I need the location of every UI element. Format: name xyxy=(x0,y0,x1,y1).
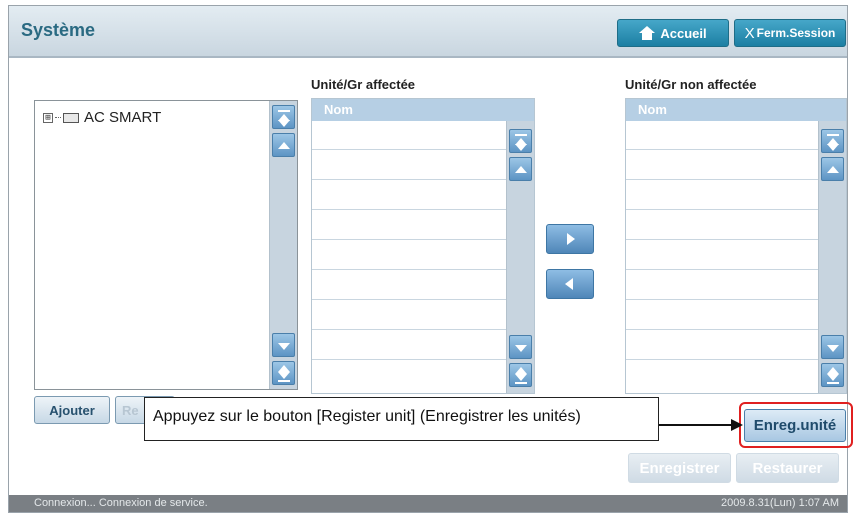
up-icon xyxy=(278,142,290,149)
top-bar-icon xyxy=(278,110,290,112)
scroll-bottom-button[interactable] xyxy=(509,363,532,387)
instruction-callout: Appuyez sur le bouton [Register unit] (E… xyxy=(144,397,659,441)
scroll-bottom-button[interactable] xyxy=(821,363,844,387)
up-icon xyxy=(515,166,527,173)
logout-label: Ferm.Session xyxy=(756,26,836,40)
list-row-divider xyxy=(626,269,818,270)
list-row-divider xyxy=(312,209,506,210)
status-message: Connexion... Connexion de service. xyxy=(34,497,208,509)
double-down-icon xyxy=(278,372,290,379)
list-row-divider xyxy=(626,149,818,150)
down-icon xyxy=(827,345,839,352)
double-up-icon-lower xyxy=(515,144,527,151)
list-row-divider xyxy=(626,329,818,330)
list-row-divider xyxy=(312,329,506,330)
tree-connector xyxy=(55,117,61,118)
scroll-bottom-button[interactable] xyxy=(272,361,295,385)
scroll-top-button[interactable] xyxy=(272,105,295,129)
double-down-icon xyxy=(515,374,527,381)
move-right-button[interactable] xyxy=(546,224,594,254)
list-row-divider xyxy=(626,359,818,360)
logout-button[interactable]: X Ferm.Session xyxy=(734,19,846,47)
add-button-label: Ajouter xyxy=(49,402,95,418)
scroll-up-button[interactable] xyxy=(272,133,295,157)
bottom-bar-icon xyxy=(278,380,290,382)
page-title: Système xyxy=(21,20,96,40)
save-button[interactable]: Enregistrer xyxy=(628,453,731,483)
list-row-divider xyxy=(626,299,818,300)
list-row-divider xyxy=(312,149,506,150)
scroll-top-button[interactable] xyxy=(821,129,844,153)
home-label: Accueil xyxy=(660,25,707,41)
assigned-scrollbar[interactable] xyxy=(506,121,534,393)
double-down-icon-upper xyxy=(827,367,839,374)
top-bar-icon xyxy=(827,134,839,136)
tree-node-label: AC SMART xyxy=(84,109,162,126)
register-unit-button[interactable]: Enreg.unité xyxy=(744,409,846,442)
save-label: Enregistrer xyxy=(639,459,720,477)
unassigned-scrollbar[interactable] xyxy=(818,121,846,393)
down-icon xyxy=(278,343,290,350)
assigned-column-header: Nom xyxy=(312,99,534,121)
title-bar: Système Accueil X Ferm.Session xyxy=(9,6,847,58)
double-up-icon-lower xyxy=(827,144,839,151)
home-icon xyxy=(639,26,656,40)
double-down-icon-upper xyxy=(278,365,290,372)
app-window: Système Accueil X Ferm.Session ⊞ AC SMAR… xyxy=(8,5,853,513)
unassigned-list: Nom xyxy=(625,98,847,394)
home-button[interactable]: Accueil xyxy=(617,19,729,47)
callout-text: Appuyez sur le bouton [Register unit] (E… xyxy=(153,408,581,425)
callout-arrow-icon xyxy=(731,419,743,431)
scroll-top-button[interactable] xyxy=(509,129,532,153)
restore-label: Restaurer xyxy=(752,459,823,477)
down-icon xyxy=(515,345,527,352)
tree-node-root[interactable]: ⊞ AC SMART xyxy=(43,109,161,126)
bottom-bar-icon xyxy=(827,382,839,384)
assigned-title: Unité/Gr affectée xyxy=(311,77,416,92)
scroll-down-button[interactable] xyxy=(821,335,844,359)
double-down-icon xyxy=(827,374,839,381)
register-unit-label: Enreg.unité xyxy=(753,417,837,434)
arrow-left-icon xyxy=(565,278,573,290)
status-bar: Connexion... Connexion de service. 2009.… xyxy=(9,495,847,512)
scroll-down-button[interactable] xyxy=(272,333,295,357)
partial-button-label: Re xyxy=(122,402,139,418)
scroll-down-button[interactable] xyxy=(509,335,532,359)
top-bar-icon xyxy=(515,134,527,136)
unassigned-title: Unité/Gr non affectée xyxy=(625,77,757,92)
arrow-right-icon xyxy=(567,233,575,245)
list-row-divider xyxy=(626,179,818,180)
group-tree: ⊞ AC SMART xyxy=(34,100,298,390)
list-row-divider xyxy=(312,239,506,240)
folder-icon xyxy=(63,112,79,123)
list-row-divider xyxy=(312,269,506,270)
list-row-divider xyxy=(312,359,506,360)
close-icon: X xyxy=(744,24,755,42)
up-icon xyxy=(827,166,839,173)
list-row-divider xyxy=(312,179,506,180)
list-row-divider xyxy=(312,299,506,300)
unassigned-column-header: Nom xyxy=(626,99,846,121)
tree-scrollbar[interactable] xyxy=(269,101,297,389)
double-up-icon-lower xyxy=(278,120,290,127)
assigned-list: Nom xyxy=(311,98,535,394)
scroll-up-button[interactable] xyxy=(821,157,844,181)
add-button[interactable]: Ajouter xyxy=(34,396,110,424)
bottom-bar-icon xyxy=(515,382,527,384)
list-row-divider xyxy=(626,209,818,210)
double-down-icon-upper xyxy=(515,367,527,374)
status-datetime: 2009.8.31(Lun) 1:07 AM xyxy=(720,497,839,509)
callout-arrow-line xyxy=(659,424,733,426)
list-row-divider xyxy=(626,239,818,240)
expand-icon[interactable]: ⊞ xyxy=(43,112,53,123)
scroll-up-button[interactable] xyxy=(509,157,532,181)
move-left-button[interactable] xyxy=(546,269,594,299)
restore-button[interactable]: Restaurer xyxy=(736,453,839,483)
